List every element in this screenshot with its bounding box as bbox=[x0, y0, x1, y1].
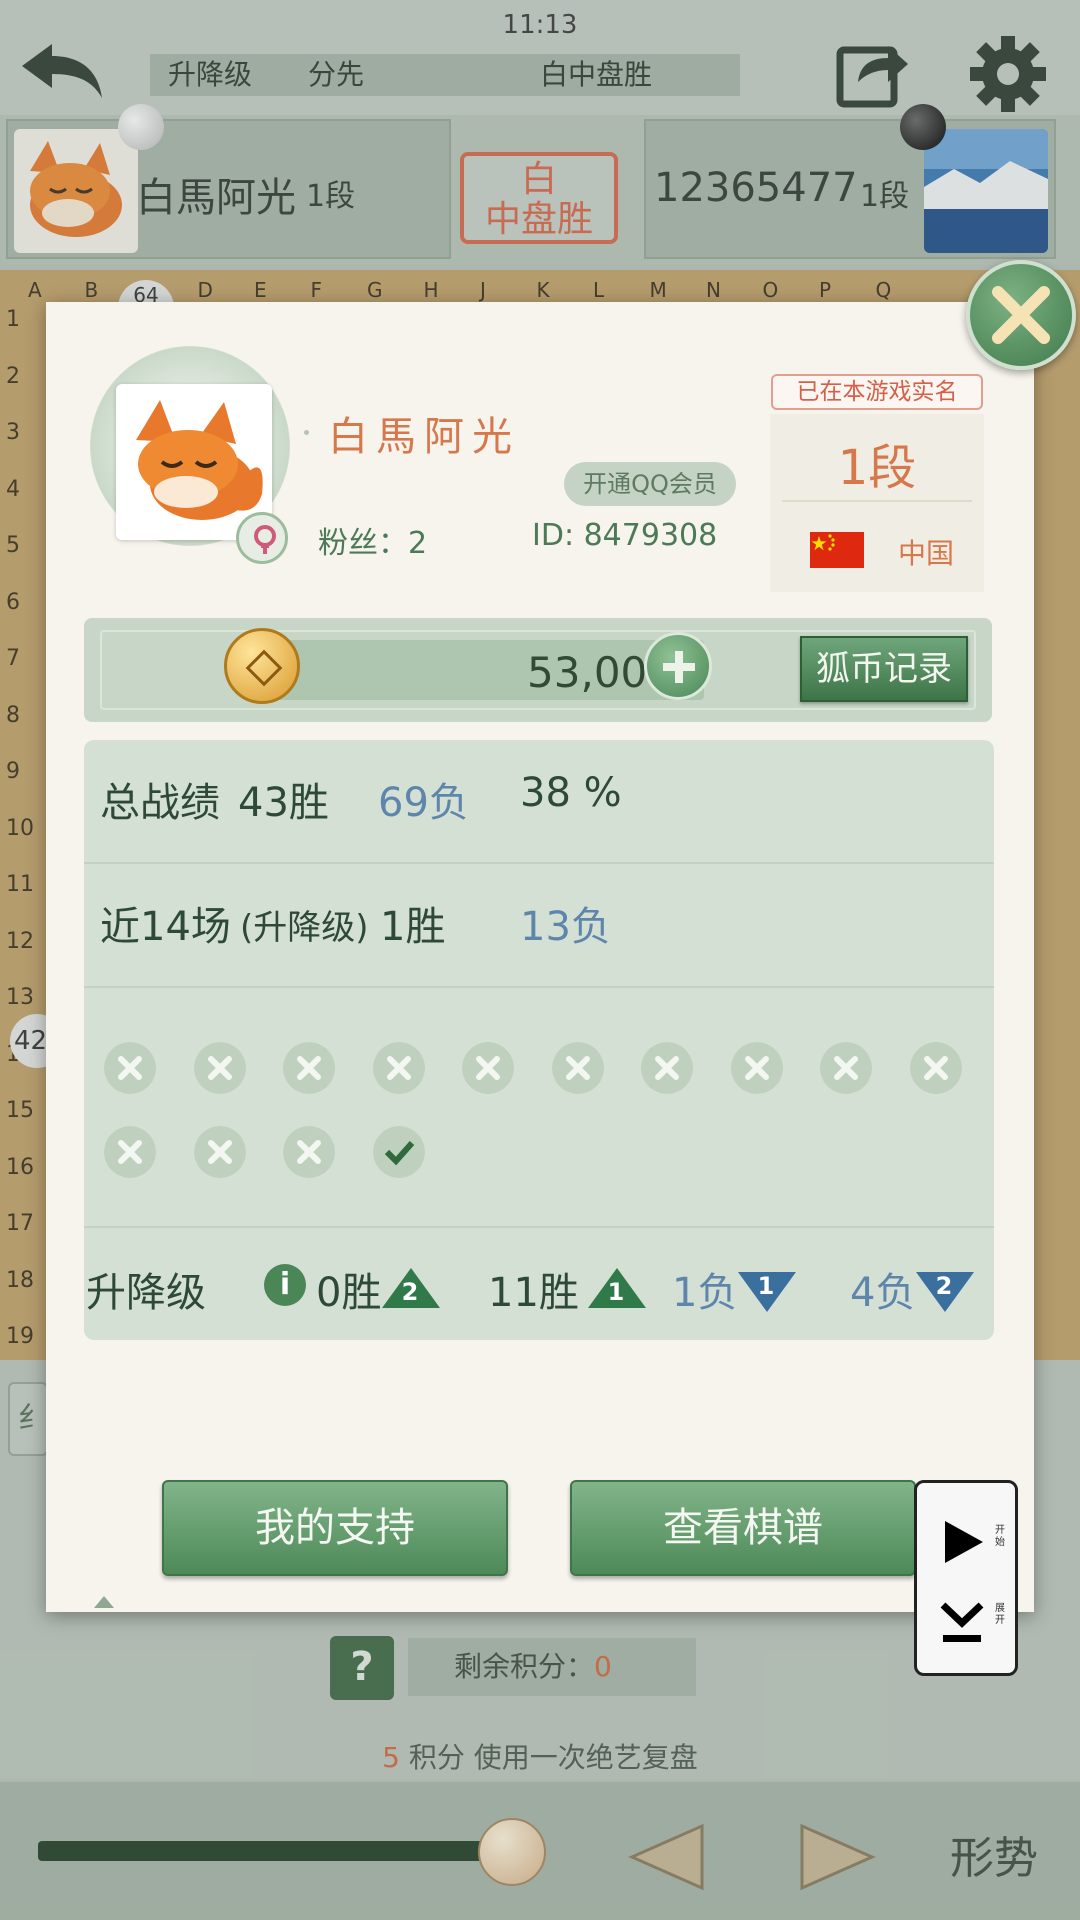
realname-badge: 已在本游戏实名 bbox=[771, 374, 983, 410]
view-game-record-button[interactable]: 查看棋谱 bbox=[570, 1480, 916, 1576]
promotion-badge-number: 1 bbox=[607, 1278, 625, 1306]
promotion-count: 4负 bbox=[850, 1270, 916, 1316]
recent-record-row: 近14场 (升降级) 1胜 13负 bbox=[84, 864, 994, 988]
profile-name: 白馬阿光 bbox=[328, 414, 520, 460]
cross-icon bbox=[641, 1042, 693, 1094]
cross-icon bbox=[730, 1042, 783, 1094]
cross-icon bbox=[193, 1126, 246, 1178]
profile-rank: 1段 bbox=[837, 440, 917, 496]
country-label: 中国 bbox=[898, 537, 955, 570]
promotion-count: 11胜 bbox=[488, 1270, 579, 1316]
floating-control-panel: 开始 展开 bbox=[914, 1480, 1018, 1676]
coin-record-button[interactable]: 狐币记录 bbox=[800, 636, 968, 702]
total-record-label: 总战绩 bbox=[100, 780, 220, 826]
promotion-badge-number: 1 bbox=[757, 1272, 775, 1300]
cross-icon bbox=[462, 1042, 514, 1094]
female-badge bbox=[236, 512, 288, 564]
recent-results-row bbox=[84, 988, 994, 1228]
play-icon[interactable] bbox=[939, 1519, 985, 1565]
promotion-badge-number: 2 bbox=[401, 1278, 419, 1306]
cross-icon bbox=[551, 1042, 604, 1094]
close-icon bbox=[992, 286, 1050, 344]
china-flag-icon bbox=[810, 532, 864, 568]
collapse-caption: 展开 bbox=[995, 1603, 1005, 1626]
user-id: ID: 8479308 bbox=[532, 518, 718, 553]
cross-icon bbox=[193, 1042, 246, 1094]
total-losses: 69负 bbox=[378, 780, 469, 826]
stats-panel: 总战绩 43胜 69负 38 % 近14场 (升降级) 1胜 13负 升降级 i… bbox=[84, 740, 994, 1340]
female-icon bbox=[254, 525, 276, 554]
cross-icon bbox=[104, 1042, 156, 1094]
info-icon[interactable]: i bbox=[264, 1264, 306, 1306]
promotion-count: 1负 bbox=[672, 1270, 738, 1316]
coin-balance: 53,000 bbox=[527, 648, 674, 697]
cross-icon bbox=[283, 1126, 335, 1178]
cross-icon bbox=[104, 1126, 156, 1178]
open-vip-button[interactable]: 开通QQ会员 bbox=[564, 462, 736, 506]
win-rate: 38 % bbox=[520, 770, 622, 816]
close-dialog-button[interactable] bbox=[966, 260, 1076, 370]
coin-icon bbox=[224, 628, 300, 704]
coin-row: 53,000 狐币记录 bbox=[84, 618, 992, 722]
my-support-button[interactable]: 我的支持 bbox=[162, 1480, 508, 1576]
recent-losses: 13负 bbox=[520, 904, 611, 950]
plus-icon bbox=[663, 651, 695, 683]
cross-icon bbox=[909, 1042, 962, 1094]
promotion-count: 0胜 bbox=[316, 1270, 382, 1316]
cross-icon bbox=[283, 1042, 335, 1094]
recent-wins: 1胜 bbox=[380, 904, 446, 950]
dialog-pointer bbox=[94, 1596, 114, 1608]
fans-count: 粉丝：2 bbox=[318, 526, 428, 561]
recent-mode: (升降级) bbox=[240, 908, 369, 948]
name-dot bbox=[304, 430, 309, 435]
total-wins: 43胜 bbox=[238, 780, 329, 826]
rank-divider bbox=[782, 500, 972, 502]
profile-dialog: 白馬阿光 开通QQ会员 粉丝：2 ID: 8479308 已在本游戏实名 1段 … bbox=[46, 302, 1034, 1612]
promotion-badge-number: 2 bbox=[935, 1272, 953, 1300]
check-icon bbox=[372, 1126, 425, 1178]
rank-panel: 1段 中国 bbox=[770, 414, 984, 592]
recent-label: 近14场 bbox=[100, 904, 231, 950]
cross-icon bbox=[820, 1042, 872, 1094]
add-coins-button[interactable] bbox=[644, 632, 712, 700]
total-record-row: 总战绩 43胜 69负 38 % bbox=[84, 740, 994, 864]
promotion-label: 升降级 bbox=[86, 1270, 206, 1316]
play-caption: 开始 bbox=[995, 1525, 1005, 1548]
cross-icon bbox=[372, 1042, 425, 1094]
collapse-icon[interactable] bbox=[939, 1601, 985, 1647]
